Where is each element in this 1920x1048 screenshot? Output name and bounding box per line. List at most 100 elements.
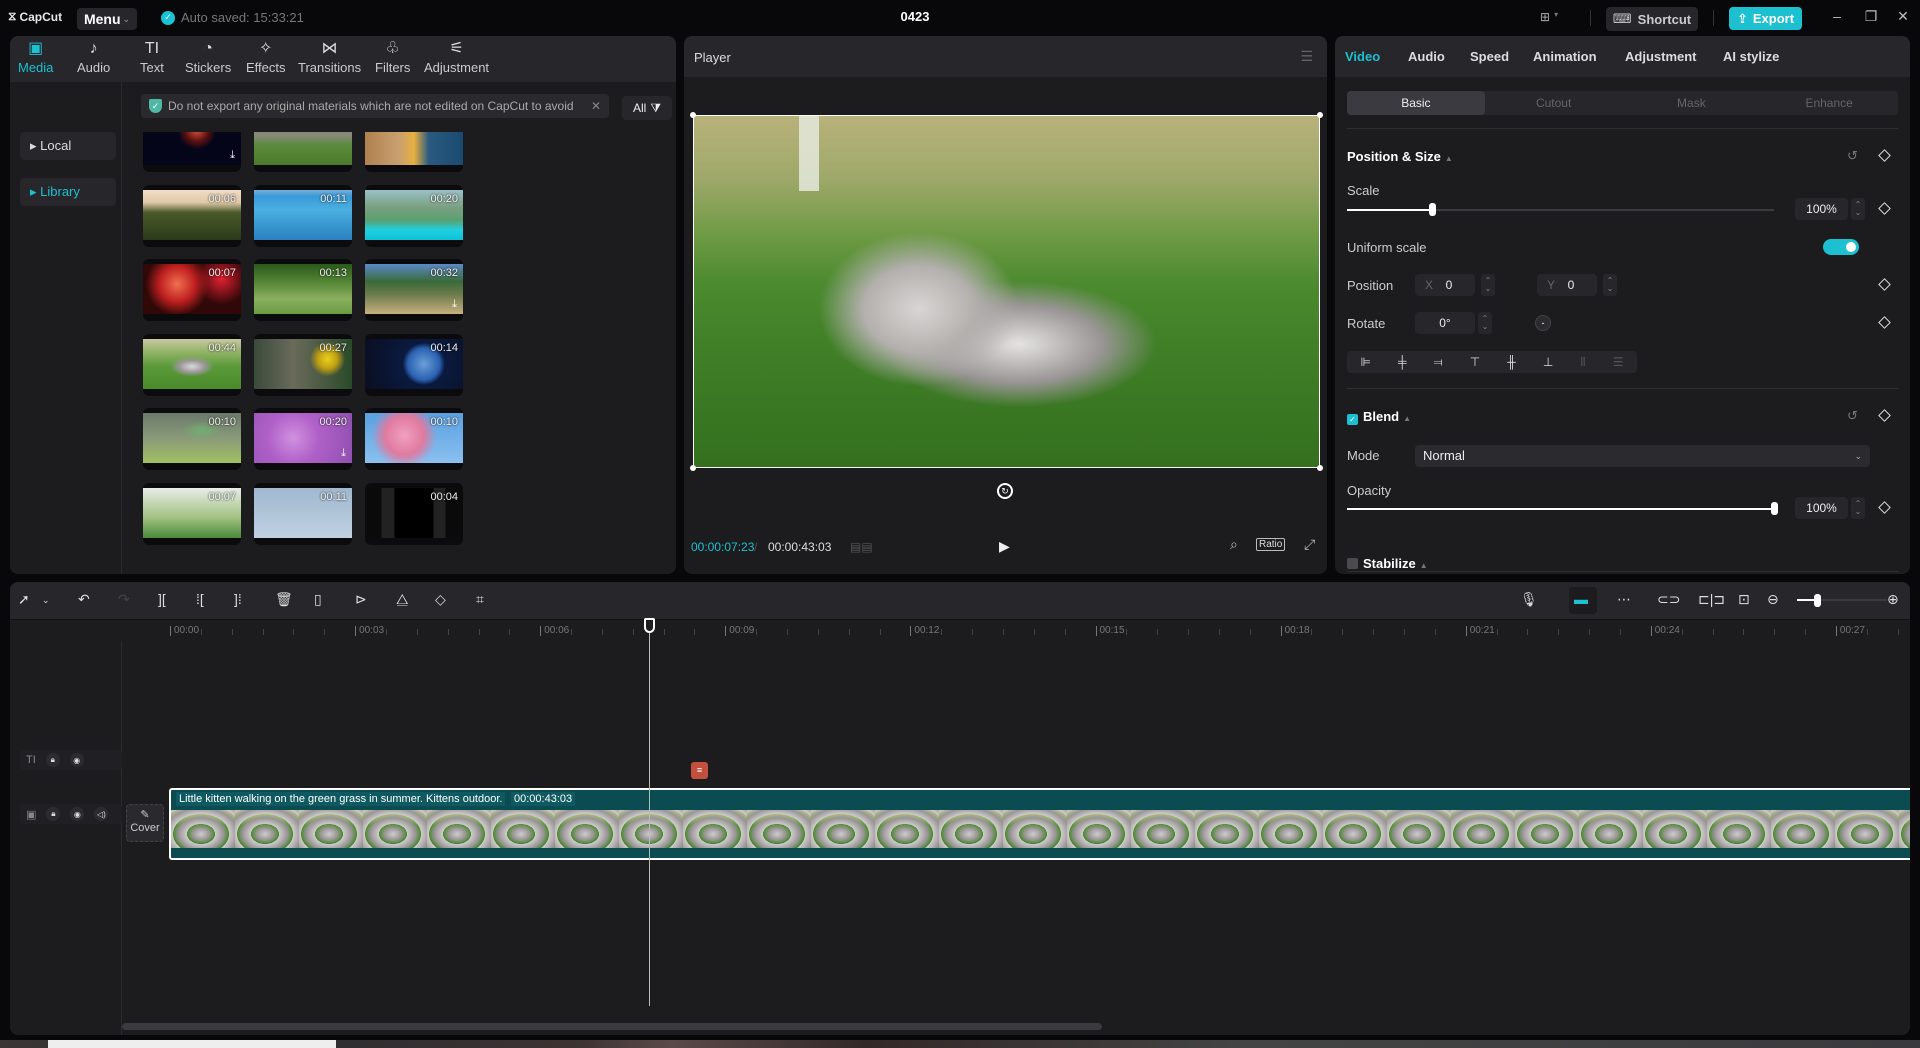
mirror-icon[interactable]: ⧋ (396, 591, 409, 608)
media-item[interactable]: 00:13 (254, 259, 352, 321)
tab-text[interactable]: TI Text (140, 40, 164, 75)
zoom-fit-icon[interactable]: ⌕ (1230, 536, 1238, 553)
tab-audio[interactable]: Audio (1408, 49, 1445, 64)
rotate-input[interactable]: 0° (1415, 312, 1475, 334)
video-preview[interactable] (693, 115, 1320, 468)
tab-adjustment[interactable]: ⚟ Adjustment (424, 40, 489, 75)
uniform-scale-toggle[interactable] (1823, 239, 1859, 255)
align-left-icon[interactable]: ⊫ (1361, 355, 1371, 369)
fullscreen-icon[interactable]: ⤢ (1304, 536, 1315, 553)
media-item[interactable]: 00:32 ⤓ (365, 259, 463, 321)
cover-button[interactable]: ✎ Cover (126, 804, 164, 842)
export-button[interactable]: ⇪ Export (1729, 7, 1802, 30)
keyframe-icon[interactable] (1878, 316, 1891, 329)
keyframe-icon[interactable] (1878, 278, 1891, 291)
playhead-handle[interactable] (644, 618, 656, 633)
lock-icon[interactable]: 🔒︎ (45, 753, 60, 767)
tab-video[interactable]: Video (1345, 49, 1380, 64)
align-center-h-icon[interactable]: ╪ (1398, 355, 1407, 369)
rotate-dial[interactable]: - (1535, 315, 1551, 331)
resize-handle[interactable] (1317, 465, 1323, 471)
scale-input[interactable]: 100% (1795, 198, 1848, 220)
media-item[interactable]: 00:10 (365, 408, 463, 470)
media-item[interactable] (365, 132, 463, 172)
download-icon[interactable]: ⤓ (452, 298, 457, 311)
media-item[interactable]: 00:11 (254, 482, 352, 545)
playhead[interactable] (649, 622, 651, 1006)
position-size-title[interactable]: Position & Size ▲ (1347, 149, 1453, 164)
maximize-button[interactable]: ❐ (1861, 8, 1881, 25)
position-y-input[interactable]: Y0 (1537, 274, 1597, 296)
media-item[interactable]: 00:06 (143, 184, 241, 247)
scale-stepper[interactable]: ⌃ ⌄ (1851, 198, 1865, 220)
speaker-icon[interactable]: ◁) (94, 807, 109, 821)
rotate-icon[interactable]: ◇ (435, 591, 446, 608)
media-item[interactable]: 00:20 ⤓ (254, 408, 352, 470)
media-item[interactable]: 00:27 (254, 333, 352, 396)
microphone-icon[interactable]: 🎙 (1520, 591, 1538, 608)
media-item[interactable]: 00:20 (365, 184, 463, 247)
media-item[interactable]: 00:07 (143, 482, 241, 545)
menu-button[interactable]: Menu ⌄ (77, 8, 137, 30)
rotate-handle-icon[interactable]: ↻ (997, 483, 1013, 499)
media-item[interactable]: ⤓ (143, 132, 241, 172)
media-item[interactable] (254, 132, 352, 172)
tab-animation[interactable]: Animation (1533, 49, 1597, 64)
timeline-ruler[interactable]: 00:00 00:03 00:06 00:09 00:12 00:15 00:18 00:21… (10, 619, 1910, 641)
subtab-cutout[interactable]: Cutout (1485, 91, 1623, 115)
timeline-zoom-knob[interactable] (1813, 594, 1821, 607)
video-clip[interactable]: Little kitten walking on the green grass… (169, 788, 1910, 860)
subtab-basic[interactable]: Basic (1347, 91, 1485, 115)
crop-icon[interactable]: ⌗ (476, 591, 484, 608)
media-item[interactable]: 00:11 (254, 184, 352, 247)
select-tool-icon[interactable]: ➚ (18, 591, 30, 608)
minimize-button[interactable]: – (1827, 8, 1847, 24)
media-item[interactable]: 00:10 (143, 408, 241, 470)
split-icon[interactable]: ][ (158, 591, 166, 607)
reset-icon[interactable]: ↺ (1847, 408, 1858, 424)
opacity-input[interactable]: 100% (1795, 497, 1848, 519)
opacity-slider-knob[interactable] (1771, 502, 1778, 515)
align-top-icon[interactable]: ⊤ (1470, 355, 1480, 369)
filter-button[interactable]: All ⧩ (622, 96, 672, 120)
resize-handle[interactable] (690, 465, 696, 471)
media-item[interactable]: 00:07 (143, 259, 241, 321)
eye-icon[interactable]: ◉ (70, 807, 85, 821)
tab-effects[interactable]: ✧ Effects (246, 40, 286, 75)
ratio-button[interactable]: Ratio (1256, 538, 1286, 551)
menu-icon[interactable]: ☰ (1300, 48, 1313, 65)
sidebar-item-local[interactable]: ▸ Local (20, 132, 116, 160)
opacity-stepper[interactable]: ⌃ ⌄ (1851, 497, 1865, 519)
download-icon[interactable]: ⤓ (341, 447, 346, 460)
keyframe-icon[interactable] (1878, 409, 1891, 422)
split-right-icon[interactable]: ]⁞ (234, 591, 242, 607)
reverse-icon[interactable]: ⊳ (355, 591, 367, 608)
resize-handle[interactable] (690, 112, 696, 118)
blend-checkbox[interactable]: ✓ (1347, 414, 1358, 425)
tab-filters[interactable]: ♧ Filters (375, 40, 410, 75)
preview-axis-icon[interactable]: ⊏|⊐ (1698, 591, 1725, 608)
rotate-stepper[interactable]: ⌃ ⌄ (1478, 312, 1492, 334)
shortcut-button[interactable]: ⌨ Shortcut (1606, 7, 1698, 31)
keyframe-icon[interactable] (1878, 149, 1891, 162)
media-item[interactable]: 00:14 (365, 333, 463, 396)
grid-icon[interactable]: ▤▤ (850, 540, 873, 554)
lock-icon[interactable]: 🔒︎ (46, 807, 61, 821)
align-center-v-icon[interactable]: ╫ (1507, 355, 1516, 369)
sidebar-item-library[interactable]: ▸ Library (20, 178, 116, 206)
blend-mode-select[interactable]: Normal ⌄ (1415, 445, 1870, 467)
auto-snap-icon[interactable]: ⋯ (1617, 591, 1631, 608)
position-x-input[interactable]: X0 (1415, 274, 1475, 296)
layout-button[interactable]: ⊞ ▾ (1540, 10, 1558, 24)
tab-ai-stylize[interactable]: AI stylize (1723, 49, 1779, 64)
blend-title[interactable]: ✓ Blend ▲ (1347, 409, 1411, 425)
tab-transitions[interactable]: ⋈ Transitions (298, 40, 361, 75)
tab-audio[interactable]: ♪ Audio (77, 40, 110, 75)
freeze-icon[interactable]: ▯ (314, 591, 322, 608)
undo-icon[interactable]: ↶ (78, 591, 90, 608)
position-y-stepper[interactable]: ⌃ ⌄ (1603, 274, 1617, 296)
link-icon[interactable]: ⊂⊃ (1657, 591, 1680, 608)
taskbar-item[interactable] (48, 1040, 336, 1048)
play-button[interactable]: ▶ (999, 538, 1010, 555)
close-icon[interactable]: ✕ (591, 99, 601, 113)
